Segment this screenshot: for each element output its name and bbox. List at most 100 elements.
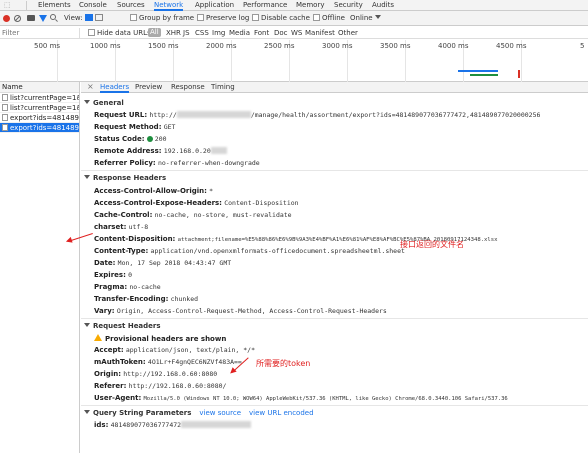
response-header-row: Pragma: no-cache bbox=[94, 283, 161, 291]
overview-icon[interactable] bbox=[94, 14, 103, 21]
response-header-row: Transfer-Encoding: chunked bbox=[94, 295, 199, 303]
filter-type-all[interactable]: All bbox=[148, 28, 161, 37]
large-rows-icon[interactable] bbox=[84, 14, 93, 21]
tab-network[interactable]: Network bbox=[154, 1, 184, 11]
inspect-icon[interactable]: ⬚ bbox=[4, 1, 11, 9]
request-header-row: Origin: http://192.168.0.60:8080 bbox=[94, 370, 218, 378]
redacted-port bbox=[210, 147, 227, 154]
tab-memory[interactable]: Memory bbox=[296, 1, 324, 9]
response-header-row: charset: utf-8 bbox=[94, 223, 149, 231]
request-method-row: Request Method: GET bbox=[94, 123, 176, 131]
status-code-row: Status Code: 200 bbox=[94, 135, 167, 143]
hide-data-urls-checkbox[interactable]: Hide data URLs bbox=[88, 29, 151, 37]
request-list-header[interactable]: Name bbox=[0, 82, 79, 93]
response-header-row: Date: Mon, 17 Sep 2018 04:43:47 GMT bbox=[94, 259, 232, 267]
timeline-tick-label: 1000 ms bbox=[90, 42, 121, 50]
clear-icon[interactable] bbox=[14, 15, 21, 22]
request-header-row: Accept: application/json, text/plain, */… bbox=[94, 346, 255, 354]
filter-type-ws[interactable]: WS bbox=[291, 29, 302, 37]
timeline-request-bar bbox=[458, 70, 498, 72]
tab-headers[interactable]: Headers bbox=[100, 83, 130, 93]
detail-tab-bar: × Headers Preview Response Timing bbox=[81, 82, 588, 93]
filter-type-js[interactable]: JS bbox=[183, 29, 190, 37]
filter-icon[interactable] bbox=[39, 15, 47, 22]
filter-type-font[interactable]: Font bbox=[254, 29, 269, 37]
tab-sources[interactable]: Sources bbox=[117, 1, 145, 9]
remote-address-row: Remote Address: 192.168.0.20 bbox=[94, 147, 227, 155]
filter-type-other[interactable]: Other bbox=[338, 29, 358, 37]
camera-icon[interactable] bbox=[27, 15, 35, 21]
tab-security[interactable]: Security bbox=[334, 1, 363, 9]
filter-type-img[interactable]: Img bbox=[212, 29, 225, 37]
provisional-warning: Provisional headers are shown bbox=[94, 334, 226, 343]
query-param-row: ids: 481489077036777472 bbox=[94, 421, 252, 429]
timeline-tick-label: 4000 ms bbox=[438, 42, 469, 50]
request-row-selected[interactable]: export?ids=4814890... bbox=[0, 123, 79, 133]
file-icon bbox=[2, 94, 8, 101]
tab-application[interactable]: Application bbox=[195, 1, 234, 9]
request-header-row: mAuthToken: 4O1Lr+F4gnQEC6NZVf483A== bbox=[94, 358, 242, 366]
collapse-triangle-icon bbox=[84, 323, 90, 327]
collapse-triangle-icon bbox=[84, 100, 90, 104]
section-request-headers-toggle[interactable]: Request Headers bbox=[84, 322, 161, 330]
timeline-tick-label: 2000 ms bbox=[206, 42, 237, 50]
collapse-triangle-icon bbox=[84, 175, 90, 179]
request-detail-panel: × Headers Preview Response Timing Genera… bbox=[81, 82, 588, 453]
timeline-tick-label: 5 bbox=[580, 42, 585, 50]
redacted-value bbox=[181, 421, 252, 428]
timeline-tick-label: 1500 ms bbox=[148, 42, 179, 50]
tab-preview[interactable]: Preview bbox=[135, 83, 162, 91]
response-header-row: Access-Control-Expose-Headers: Content-D… bbox=[94, 199, 299, 207]
redacted-host bbox=[176, 111, 251, 118]
file-icon bbox=[2, 114, 8, 121]
response-header-row: Expires: 0 bbox=[94, 271, 133, 279]
collapse-triangle-icon bbox=[84, 410, 90, 414]
view-url-encoded-link[interactable]: view URL encoded bbox=[249, 409, 314, 417]
section-divider bbox=[81, 318, 588, 319]
tab-console[interactable]: Console bbox=[79, 1, 107, 9]
section-divider bbox=[81, 170, 588, 171]
timeline-tick-label: 3000 ms bbox=[322, 42, 353, 50]
response-header-row: Cache-Control: no-cache, no-store, must-… bbox=[94, 211, 292, 219]
tab-elements[interactable]: Elements bbox=[38, 1, 71, 9]
request-row[interactable]: list?currentPage=1&... bbox=[0, 103, 79, 113]
request-row[interactable]: export?ids=4814890... bbox=[0, 113, 79, 123]
timeline-request-bar bbox=[470, 74, 498, 76]
section-divider bbox=[81, 405, 588, 406]
response-header-row: Content-Type: application/vnd.openxmlfor… bbox=[94, 247, 405, 255]
file-icon bbox=[2, 124, 8, 131]
request-row[interactable]: list?currentPage=1&... bbox=[0, 93, 79, 103]
section-response-headers-toggle[interactable]: Response Headers bbox=[84, 174, 166, 182]
filter-type-xhr[interactable]: XHR bbox=[166, 29, 181, 37]
group-by-frame-checkbox[interactable]: Group by frame bbox=[130, 14, 194, 22]
disable-cache-checkbox[interactable]: Disable cache bbox=[252, 14, 310, 22]
filter-type-doc[interactable]: Doc bbox=[274, 29, 288, 37]
close-icon[interactable]: × bbox=[87, 82, 94, 91]
request-header-row: User-Agent: Mozilla/5.0 (Windows NT 10.0… bbox=[94, 394, 508, 402]
status-ok-icon bbox=[146, 136, 153, 142]
search-icon[interactable] bbox=[50, 14, 56, 20]
record-icon[interactable] bbox=[3, 15, 10, 22]
filter-input[interactable] bbox=[0, 28, 80, 38]
timeline-overview[interactable]: 500 ms 1000 ms 1500 ms 2000 ms 2500 ms 3… bbox=[0, 40, 588, 82]
devtools-tab-bar: ⬚ Elements Console Sources Network Appli… bbox=[0, 0, 588, 11]
tab-audits[interactable]: Audits bbox=[372, 1, 394, 9]
tab-response[interactable]: Response bbox=[171, 83, 205, 91]
throttle-select[interactable]: Online bbox=[350, 14, 381, 22]
filter-type-media[interactable]: Media bbox=[229, 29, 250, 37]
filter-type-manifest[interactable]: Manifest bbox=[305, 29, 335, 37]
section-general-toggle[interactable]: General bbox=[84, 99, 124, 107]
timeline-tick-label: 2500 ms bbox=[264, 42, 295, 50]
section-query-string-toggle[interactable]: Query String Parameters view source view U… bbox=[84, 409, 314, 417]
timeline-tick-label: 3500 ms bbox=[380, 42, 411, 50]
filter-bar: Hide data URLs All XHR JS CSS Img Media … bbox=[0, 27, 588, 39]
divider bbox=[26, 1, 27, 10]
offline-checkbox[interactable]: Offline bbox=[313, 14, 345, 22]
timeline-tick-label: 4500 ms bbox=[496, 42, 527, 50]
preserve-log-checkbox[interactable]: Preserve log bbox=[197, 14, 249, 22]
timeline-tick-label: 500 ms bbox=[34, 42, 61, 50]
filter-type-css[interactable]: CSS bbox=[195, 29, 209, 37]
view-source-link[interactable]: view source bbox=[199, 409, 241, 417]
tab-performance[interactable]: Performance bbox=[243, 1, 287, 9]
tab-timing[interactable]: Timing bbox=[211, 83, 235, 91]
